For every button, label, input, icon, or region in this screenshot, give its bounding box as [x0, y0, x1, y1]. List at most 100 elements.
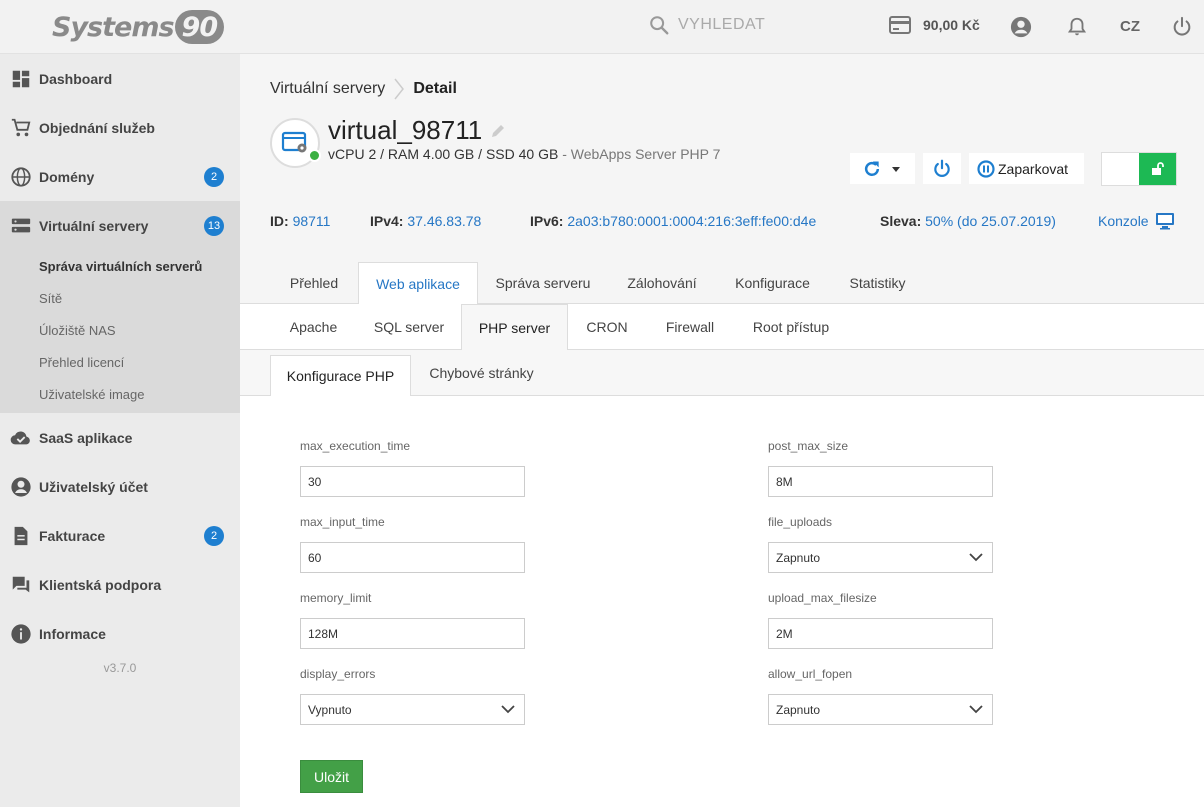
server-avatar	[270, 118, 321, 168]
file-uploads-select[interactable]: Zapnuto	[768, 542, 993, 573]
tab-apache[interactable]: Apache	[270, 304, 357, 350]
chevron-right-icon	[394, 78, 405, 100]
web-app-tabs: Apache SQL server PHP server CRON Firewa…	[240, 304, 1204, 351]
status-online-dot	[308, 149, 321, 162]
allow-url-fopen-select[interactable]: Zapnuto	[768, 694, 993, 725]
field-label: allow_url_fopen	[768, 667, 853, 681]
field-label: memory_limit	[300, 591, 372, 605]
app-version: v3.7.0	[103, 661, 137, 675]
php-config-form: max_execution_time 30 max_input_time 60 …	[240, 396, 1204, 807]
tab-cron[interactable]: CRON	[568, 304, 646, 350]
power-button[interactable]	[923, 153, 961, 184]
tab-configuration[interactable]: Konfigurace	[716, 262, 829, 304]
bell-icon[interactable]	[1066, 16, 1088, 38]
badge-domains: 2	[204, 167, 224, 187]
server-name: virtual_98711	[328, 115, 506, 146]
document-icon	[14, 526, 28, 545]
unlock-icon	[1151, 162, 1164, 175]
tab-web-apps[interactable]: Web aplikace	[358, 262, 478, 305]
max-execution-time-input[interactable]: 30	[300, 466, 525, 497]
field-label: max_execution_time	[300, 439, 411, 453]
chevron-down-icon	[969, 705, 983, 714]
sidebar-subitem-networks[interactable]: Sítě	[0, 282, 240, 314]
field-label: post_max_size	[768, 439, 849, 453]
chevron-down-icon	[969, 553, 983, 562]
power-icon[interactable]	[1171, 16, 1193, 38]
credit-balance[interactable]: 90,00 Kč	[889, 16, 980, 34]
globe-icon	[11, 166, 31, 187]
display-errors-select[interactable]: Vypnuto	[300, 694, 525, 725]
tab-php-config[interactable]: Konfigurace PHP	[270, 355, 411, 397]
sidebar-subnav: Správa virtuálních serverů Sítě Úložiště…	[0, 250, 240, 413]
sidebar-subitem-manage-servers[interactable]: Správa virtuálních serverů	[0, 250, 240, 282]
lock-toggle[interactable]	[1101, 152, 1177, 186]
sidebar-item-dashboard[interactable]: Dashboard	[0, 54, 240, 103]
server-discount: Sleva: 50% (do 25.07.2019)	[880, 213, 1056, 229]
info-icon	[11, 623, 31, 644]
sidebar-subitem-licenses[interactable]: Přehled licencí	[0, 346, 240, 378]
badge-billing: 2	[204, 526, 224, 546]
sidebar-subitem-user-images[interactable]: Uživatelské image	[0, 378, 240, 410]
server-id: ID: 98711	[270, 213, 331, 229]
sidebar: Dashboard Objednání služeb Domény 2 Virt…	[0, 54, 240, 807]
field-label: upload_max_filesize	[768, 591, 877, 605]
server-ipv6: IPv6: 2a03:b780:0001:0004:216:3eff:fe00:…	[530, 213, 817, 229]
breadcrumb-parent[interactable]: Virtuální servery	[270, 80, 385, 98]
field-label: file_uploads	[768, 515, 833, 529]
field-label: display_errors	[300, 667, 376, 681]
sidebar-item-account[interactable]: Uživatelský účet	[0, 462, 240, 511]
cart-icon	[11, 118, 31, 136]
server-spec: vCPU 2 / RAM 4.00 GB / SSD 40 GB - WebAp…	[328, 146, 721, 162]
breadcrumb: Virtuální servery Detail	[270, 78, 457, 100]
pencil-icon[interactable]	[490, 123, 506, 139]
main-tabs: Přehled Web aplikace Správa serveru Zálo…	[240, 262, 1204, 305]
sidebar-item-orders[interactable]: Objednání služeb	[0, 103, 240, 152]
park-button[interactable]: Zaparkovat	[969, 153, 1084, 184]
console-link[interactable]: Konzole	[1098, 212, 1175, 230]
sidebar-item-support[interactable]: Klientská podpora	[0, 560, 240, 609]
server-ipv4: IPv4: 37.46.83.78	[370, 213, 482, 229]
tab-php-server[interactable]: PHP server	[461, 304, 568, 351]
tab-overview[interactable]: Přehled	[270, 262, 358, 304]
sidebar-item-domains[interactable]: Domény 2	[0, 152, 240, 201]
sidebar-item-billing[interactable]: Fakturace 2	[0, 511, 240, 560]
breadcrumb-current: Detail	[413, 80, 457, 97]
chat-icon	[12, 576, 30, 592]
tab-sql-server[interactable]: SQL server	[357, 304, 461, 350]
account-icon	[11, 476, 31, 497]
cloud-check-icon	[10, 430, 30, 444]
sidebar-item-saas[interactable]: SaaS aplikace	[0, 413, 240, 462]
sidebar-item-info[interactable]: Informace	[0, 609, 240, 658]
power-icon	[934, 159, 950, 177]
field-label: max_input_time	[300, 515, 385, 529]
memory-limit-input[interactable]: 128M	[300, 618, 525, 649]
upload-max-filesize-input[interactable]: 2M	[768, 618, 993, 649]
sidebar-item-virtual-servers[interactable]: Virtuální servery 13	[0, 201, 240, 250]
toggle-on-state	[1139, 153, 1176, 185]
max-input-time-input[interactable]: 60	[300, 542, 525, 573]
php-tabs: Konfigurace PHP Chybové stránky	[240, 350, 1204, 397]
monitor-icon	[1155, 213, 1174, 230]
search-box[interactable]: VYHLEDAT	[648, 14, 765, 36]
save-button[interactable]: Uložit	[300, 760, 363, 793]
web-app-icon	[281, 131, 307, 153]
tab-firewall[interactable]: Firewall	[646, 304, 734, 350]
language-switch[interactable]: CZ	[1120, 18, 1140, 35]
restart-button-group	[850, 153, 915, 184]
server-icon	[11, 218, 31, 232]
sidebar-subitem-nas[interactable]: Úložiště NAS	[0, 314, 240, 346]
dashboard-icon	[12, 70, 30, 87]
tab-error-pages[interactable]: Chybové stránky	[411, 350, 552, 396]
account-icon[interactable]	[1010, 16, 1032, 38]
chevron-down-icon	[501, 705, 515, 714]
post-max-size-input[interactable]: 8M	[768, 466, 993, 497]
tab-server-management[interactable]: Správa serveru	[478, 262, 608, 304]
logo[interactable]: Systems 90	[52, 8, 225, 46]
tab-statistics[interactable]: Statistiky	[829, 262, 926, 304]
chevron-down-icon[interactable]	[891, 165, 901, 173]
pause-icon	[977, 159, 995, 178]
tab-backups[interactable]: Zálohování	[608, 262, 716, 304]
tab-root-access[interactable]: Root přístup	[734, 304, 848, 350]
refresh-icon[interactable]	[862, 159, 882, 179]
search-placeholder: VYHLEDAT	[678, 16, 766, 33]
